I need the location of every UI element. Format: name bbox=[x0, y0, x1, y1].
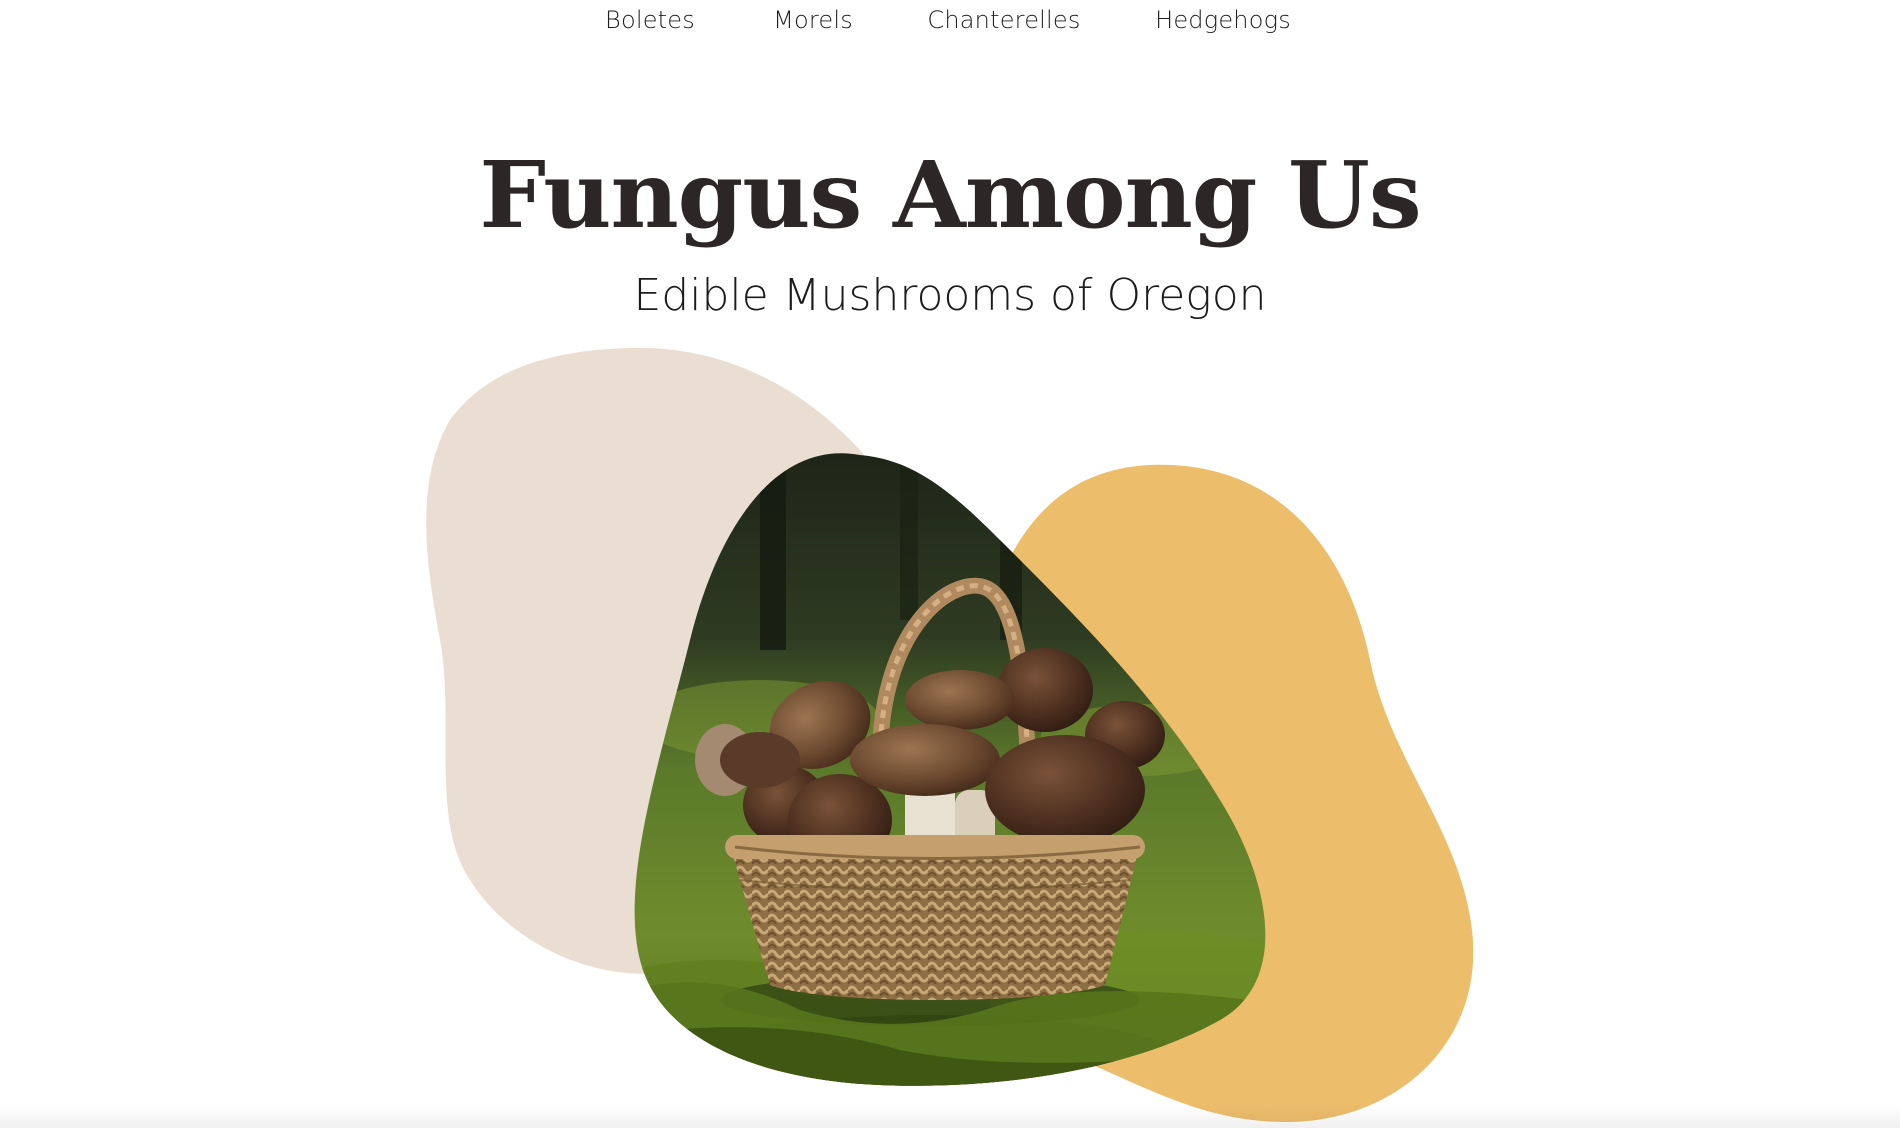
page-subtitle: Edible Mushrooms of Oregon bbox=[633, 270, 1267, 321]
mushroom-basket-photo bbox=[634, 453, 1266, 1086]
nav-link-hedgehogs[interactable]: Hedgehogs bbox=[1155, 6, 1291, 34]
nav-link-morels[interactable]: Morels bbox=[773, 6, 853, 34]
nav-link-chanterelles[interactable]: Chanterelles bbox=[927, 6, 1080, 34]
page-title: Fungus Among Us bbox=[479, 141, 1421, 249]
beige-blob-shape bbox=[426, 347, 896, 974]
top-nav: Boletes Morels Chanterelles Hedgehogs bbox=[0, 0, 1900, 50]
gold-blob-shape bbox=[892, 464, 1474, 1123]
nav-link-boletes[interactable]: Boletes bbox=[605, 6, 695, 34]
page-bottom-shadow bbox=[0, 1104, 1900, 1128]
